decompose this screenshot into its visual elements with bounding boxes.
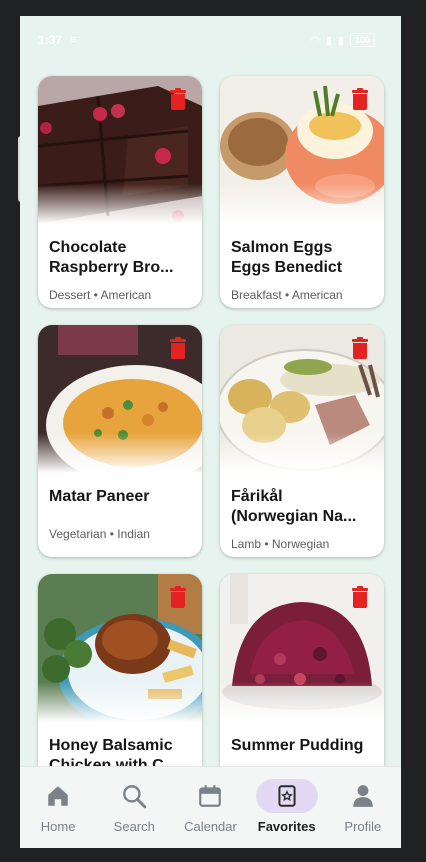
signal-icon-2: ▮ <box>337 34 344 47</box>
recipe-title: Chocolate Raspberry Bro... <box>49 239 174 276</box>
nav-calendar[interactable]: Calendar <box>174 779 246 834</box>
recipe-title: Summer Pudding <box>231 737 364 754</box>
signal-icon: ▮ <box>325 34 332 47</box>
recipe-meta: Lamb • Norwegian <box>231 537 330 551</box>
recipe-meta: Breakfast • American <box>231 288 343 302</box>
nav-label-search: Search <box>113 819 155 834</box>
nav-home[interactable]: Home <box>22 779 94 834</box>
search-icon <box>103 779 165 813</box>
nav-profile[interactable]: Profile <box>327 779 399 834</box>
nav-search[interactable]: Search <box>98 779 170 834</box>
app-screen: 1:37 ≡ ◠ ▮ ▮ 100 Chocolate Raspberry Bro… <box>20 16 401 848</box>
delete-favorite-button[interactable] <box>170 337 186 359</box>
home-icon <box>27 779 89 813</box>
recipe-card[interactable]: Fårikål (Norwegian Na... Lamb • Norwegia… <box>220 325 384 557</box>
nav-favorites[interactable]: Favorites <box>251 779 323 834</box>
status-bar: 1:37 ≡ ◠ ▮ ▮ 100 <box>20 16 401 64</box>
profile-icon <box>332 779 394 813</box>
calendar-icon <box>179 779 241 813</box>
recipe-meta: Vegetarian • Indian <box>49 527 150 541</box>
recipe-card[interactable]: Matar Paneer Vegetarian • Indian <box>38 325 202 557</box>
delete-favorite-button[interactable] <box>170 88 186 110</box>
wifi-icon: ◠ <box>310 34 320 47</box>
recipe-meta: Dessert • American <box>49 288 152 302</box>
bottom-navigation: Home Search Calendar Favorites Profile <box>20 766 401 848</box>
notification-icon: ≡ <box>70 34 77 46</box>
nav-label-favorites: Favorites <box>257 819 316 834</box>
nav-label-profile: Profile <box>344 819 382 834</box>
recipe-card[interactable]: Chocolate Raspberry Bro... Dessert • Ame… <box>38 76 202 308</box>
status-time: 1:37 <box>38 33 63 47</box>
delete-favorite-button[interactable] <box>352 586 368 608</box>
delete-favorite-button[interactable] <box>352 337 368 359</box>
recipe-card[interactable]: Salmon Eggs Eggs Benedict Breakfast • Am… <box>220 76 384 308</box>
battery-icon: 100 <box>349 33 375 47</box>
delete-favorite-button[interactable] <box>352 88 368 110</box>
nav-label-home: Home <box>40 819 76 834</box>
recipe-title: Salmon Eggs Eggs Benedict <box>231 239 343 276</box>
recipe-title: Fårikål (Norwegian Na... <box>231 488 357 525</box>
nav-label-calendar: Calendar <box>184 819 237 834</box>
favorites-icon <box>255 779 318 813</box>
delete-favorite-button[interactable] <box>170 586 186 608</box>
recipe-title: Matar Paneer <box>49 488 150 505</box>
